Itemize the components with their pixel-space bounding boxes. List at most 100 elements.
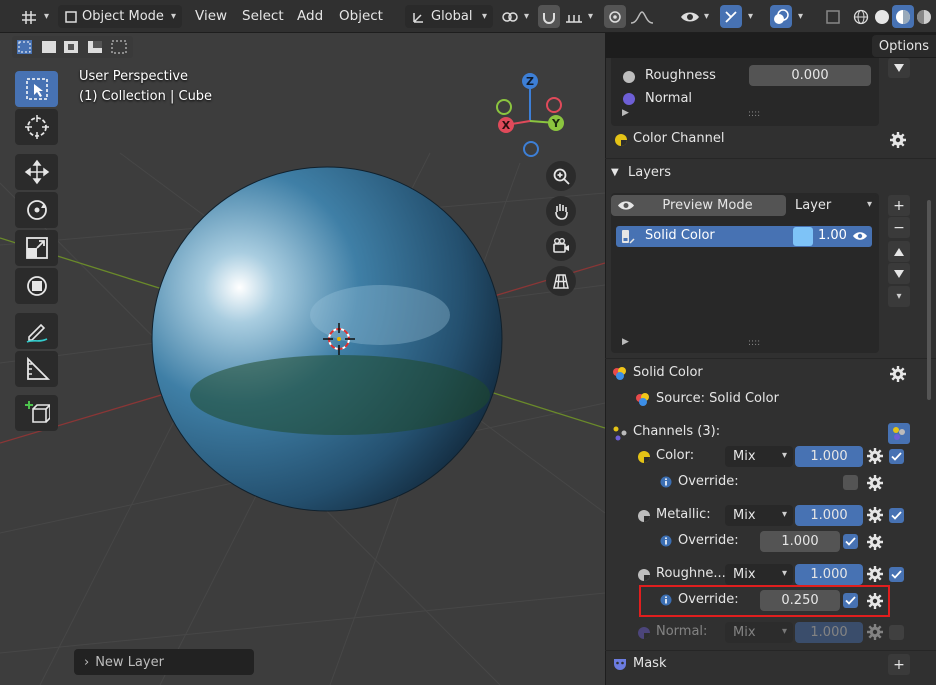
- collapse-arrow-icon[interactable]: ▼: [611, 167, 619, 178]
- resize-handle-icon[interactable]: ::::: [748, 109, 760, 119]
- select-mode-icons[interactable]: [16, 39, 129, 55]
- shading-rendered[interactable]: [913, 5, 935, 28]
- channel-metallic-blend-dropdown[interactable]: Mix ▾: [725, 505, 793, 526]
- snap-toggle[interactable]: [538, 5, 560, 28]
- remove-layer-button[interactable]: −: [888, 217, 910, 238]
- panel-scrollbar[interactable]: [927, 200, 931, 400]
- gear-icon: [890, 366, 906, 382]
- channel-metallic-gear[interactable]: [866, 506, 884, 524]
- chevron-down-icon: ▾: [896, 291, 902, 302]
- tool-select-box[interactable]: [15, 71, 58, 107]
- orientation-dropdown[interactable]: Global ▾: [405, 5, 493, 28]
- shading-solid[interactable]: [871, 5, 893, 28]
- menu-select[interactable]: Select: [242, 8, 284, 24]
- checkmark-icon: [845, 596, 856, 605]
- channel-roughness-blend-dropdown[interactable]: Mix ▾: [725, 564, 793, 585]
- normal-dot: [623, 93, 635, 105]
- channel-metallic-override-value[interactable]: 1.000: [760, 531, 840, 552]
- channel-roughness-value[interactable]: 1.000: [795, 564, 863, 585]
- preview-mode-button[interactable]: Preview Mode: [611, 195, 786, 216]
- snap-target-button[interactable]: ▾: [564, 5, 593, 28]
- falloff-button[interactable]: [630, 5, 654, 28]
- color-channel-gear[interactable]: [889, 131, 907, 149]
- tool-add-cube[interactable]: [15, 395, 58, 431]
- channel-color-value[interactable]: 1.000: [795, 446, 863, 467]
- menu-view[interactable]: View: [195, 8, 227, 24]
- gizmo-toggle[interactable]: [720, 5, 742, 28]
- layer-specials-button[interactable]: ▾: [888, 286, 910, 307]
- channel-normal-blend-dropdown[interactable]: Mix ▾: [725, 622, 793, 643]
- tool-move[interactable]: [15, 154, 58, 190]
- pivot-point-button[interactable]: ▾: [500, 5, 529, 28]
- channel-color-override-checkbox[interactable]: [843, 475, 858, 490]
- channel-roughness-override-checkbox[interactable]: [843, 593, 858, 608]
- tool-transform[interactable]: [15, 268, 58, 304]
- layer-type-dropdown[interactable]: Layer ▾: [787, 195, 878, 216]
- menu-object[interactable]: Object: [339, 8, 383, 24]
- solid-color-header: Solid Color: [633, 365, 703, 380]
- layer-visibility-eye-icon[interactable]: [852, 230, 868, 242]
- channel-roughness-gear[interactable]: [866, 565, 884, 583]
- transform-icon: [26, 276, 47, 296]
- last-operator-panel[interactable]: › New Layer: [74, 649, 254, 675]
- channel-metallic-override-label: Override:: [678, 533, 739, 548]
- chevron-down-icon[interactable]: ▾: [748, 11, 753, 22]
- channels-icon: [613, 426, 627, 441]
- options-button[interactable]: Options: [872, 35, 936, 57]
- tool-scale[interactable]: [15, 230, 58, 266]
- channel-metallic-value[interactable]: 1.000: [795, 505, 863, 526]
- mode-dropdown[interactable]: Object Mode ▾: [58, 5, 182, 28]
- shading-material[interactable]: [892, 5, 914, 28]
- viewport-header: ▾ Object Mode ▾ View Select Add Object G…: [0, 0, 936, 33]
- channel-metallic-enabled-checkbox[interactable]: [889, 508, 904, 523]
- perspective-toggle-button[interactable]: [546, 266, 576, 296]
- zoom-button[interactable]: [546, 161, 576, 191]
- channel-metallic-override-gear[interactable]: [866, 533, 884, 551]
- 3d-viewport[interactable]: User Perspective (1) Collection | Cube Z…: [0, 33, 605, 685]
- visibility-dropdown[interactable]: ▾: [680, 5, 709, 28]
- move-layer-up-button[interactable]: [888, 241, 910, 262]
- navigation-gizmo[interactable]: Z X Y: [490, 71, 570, 163]
- move-layer-down-button[interactable]: [888, 263, 910, 284]
- shading-wireframe[interactable]: [850, 5, 872, 28]
- tool-cursor[interactable]: [15, 109, 58, 145]
- channel-color-override-gear[interactable]: [866, 474, 884, 492]
- xray-toggle[interactable]: [822, 5, 844, 28]
- pan-button[interactable]: [546, 196, 576, 226]
- channel-color-enabled-checkbox[interactable]: [889, 449, 904, 464]
- channel-color-gear[interactable]: [866, 447, 884, 465]
- expand-arrow-icon[interactable]: ▶: [622, 108, 629, 118]
- expand-arrow-icon[interactable]: ▶: [622, 337, 629, 347]
- channel-roughness-override-gear[interactable]: [866, 592, 884, 610]
- tool-annotate[interactable]: [15, 313, 58, 349]
- preview-mode-label: Preview Mode: [662, 198, 753, 213]
- channel-normal-name: Normal:: [656, 624, 708, 639]
- tool-rotate[interactable]: [15, 192, 58, 228]
- add-layer-button[interactable]: +: [888, 195, 910, 216]
- tool-measure[interactable]: [15, 351, 58, 387]
- blend-label: Mix: [733, 508, 756, 523]
- channel-roughness-override-value[interactable]: 0.250: [760, 590, 840, 611]
- orientation-label: Global: [431, 9, 473, 24]
- overlay-toggle[interactable]: [770, 5, 792, 28]
- layer-opacity-value[interactable]: 1.00: [818, 228, 847, 243]
- channel-roughness-enabled-checkbox[interactable]: [889, 567, 904, 582]
- channel-metallic-override-checkbox[interactable]: [843, 534, 858, 549]
- roughness-value-field[interactable]: 0.000: [749, 65, 871, 86]
- add-mask-button[interactable]: +: [888, 654, 910, 675]
- channel-normal-enabled-checkbox[interactable]: [889, 625, 904, 640]
- camera-view-button[interactable]: [546, 231, 576, 261]
- channel-normal-value[interactable]: 1.000: [795, 622, 863, 643]
- list-menu-button[interactable]: [888, 58, 910, 78]
- channel-color-blend-dropdown[interactable]: Mix ▾: [725, 446, 793, 467]
- channels-toggle-button[interactable]: [888, 423, 910, 444]
- solid-color-gear[interactable]: [889, 365, 907, 383]
- proportional-edit-toggle[interactable]: [604, 5, 626, 28]
- channels-toggle-icon: [893, 427, 905, 440]
- resize-handle-icon[interactable]: ::::: [748, 338, 760, 348]
- editor-type-button[interactable]: ▾: [20, 5, 49, 28]
- layer-color-swatch[interactable]: [793, 227, 813, 246]
- channel-normal-gear[interactable]: [866, 623, 884, 641]
- menu-add[interactable]: Add: [297, 8, 323, 24]
- chevron-down-icon[interactable]: ▾: [798, 11, 803, 22]
